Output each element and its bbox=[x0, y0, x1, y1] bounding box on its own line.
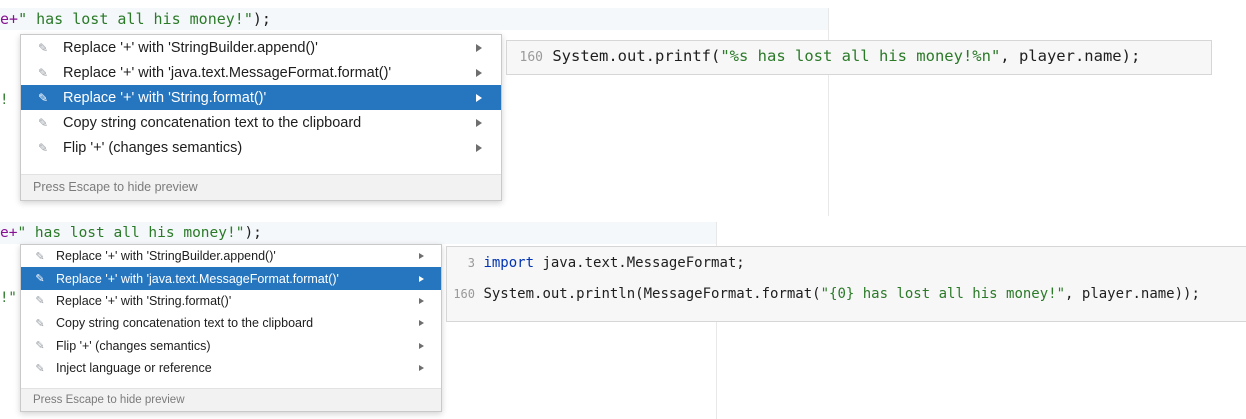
chevron-right-icon[interactable] bbox=[419, 365, 424, 372]
preview-code-suffix: , player.name)); bbox=[1065, 286, 1200, 302]
menu-item-label: Replace '+' with 'StringBuilder.append()… bbox=[63, 39, 318, 56]
chevron-right-icon[interactable] bbox=[419, 320, 424, 327]
menu-item-label: Replace '+' with 'java.text.MessageForma… bbox=[63, 64, 392, 81]
bulb-edit-icon: ✎ bbox=[37, 65, 49, 80]
line-number: 160 bbox=[519, 50, 543, 65]
preview-code-suffix: , player.name); bbox=[1000, 47, 1141, 65]
preview-code-prefix: System.out.println(MessageFormat.format( bbox=[483, 286, 821, 302]
bulb-edit-icon: ✎ bbox=[35, 295, 45, 308]
intention-menu-item[interactable]: ✎ Copy string concatenation text to the c… bbox=[21, 110, 501, 135]
bulb-edit-icon: ✎ bbox=[37, 140, 49, 155]
intention-menu-item[interactable]: ✎ Replace '+' with 'StringBuilder.append(… bbox=[21, 35, 501, 60]
line-number: 160 bbox=[453, 287, 475, 301]
bulb-edit-icon: ✎ bbox=[35, 250, 45, 263]
intention-menu-item[interactable]: ✎ Replace '+' with 'java.text.MessageForm… bbox=[21, 267, 441, 290]
menu-item-label: Replace '+' with 'StringBuilder.append()… bbox=[56, 249, 276, 264]
bulb-edit-icon: ✎ bbox=[37, 115, 49, 130]
intention-menu-item[interactable]: ✎ Inject language or reference bbox=[21, 357, 441, 379]
intention-menu-item[interactable]: ✎ Replace '+' with 'java.text.MessageForm… bbox=[21, 60, 501, 85]
chevron-right-icon[interactable] bbox=[476, 118, 482, 127]
code-string: " has lost all his money!" bbox=[18, 10, 253, 28]
bulb-edit-icon: ✎ bbox=[35, 340, 45, 353]
bulb-edit-icon: ✎ bbox=[35, 273, 45, 286]
preview-code-line: 160 System.out.printf("%s has lost all h… bbox=[515, 47, 1141, 65]
chevron-right-icon[interactable] bbox=[476, 143, 482, 152]
editor-code-line[interactable]: e+" has lost all his money!"); bbox=[0, 8, 828, 30]
menu-item-label: Flip '+' (changes semantics) bbox=[63, 139, 243, 156]
intention-menu-item[interactable]: ✎ Replace '+' with 'String.format()' bbox=[21, 290, 441, 312]
chevron-right-icon[interactable] bbox=[419, 275, 424, 282]
preview-import-line: 3 import java.text.MessageFormat; bbox=[451, 255, 745, 271]
bulb-edit-icon: ✎ bbox=[35, 362, 45, 375]
popup-footer-hint: Press Escape to hide preview bbox=[21, 174, 501, 200]
preview-code-line: 160 System.out.println(MessageFormat.for… bbox=[451, 286, 1200, 302]
intention-preview-panel: 160 System.out.printf("%s has lost all h… bbox=[506, 40, 1212, 75]
bulb-edit-icon: ✎ bbox=[37, 90, 49, 105]
gutter-fragment: ! bbox=[0, 92, 9, 108]
chevron-right-icon[interactable] bbox=[476, 93, 482, 102]
bulb-edit-icon: ✎ bbox=[35, 317, 45, 330]
intention-menu-item[interactable]: ✎ Flip '+' (changes semantics) bbox=[21, 135, 501, 160]
preview-import-rest: java.text.MessageFormat; bbox=[534, 255, 745, 271]
chevron-right-icon[interactable] bbox=[419, 253, 424, 260]
preview-code-string: "%s has lost all his money!%n" bbox=[720, 47, 1001, 65]
menu-item-label: Replace '+' with 'String.format()' bbox=[56, 293, 232, 308]
intention-menu-item[interactable]: ✎ Replace '+' with 'StringBuilder.append(… bbox=[21, 245, 441, 267]
preview-code-prefix: System.out.printf( bbox=[552, 47, 721, 65]
bulb-edit-icon: ✎ bbox=[37, 40, 49, 55]
intention-menu-item[interactable]: ✎ Flip '+' (changes semantics) bbox=[21, 335, 441, 357]
menu-item-label: Copy string concatenation text to the cl… bbox=[56, 316, 314, 331]
gutter-fragment: !" bbox=[0, 290, 17, 306]
menu-item-label: Replace '+' with 'String.format()' bbox=[63, 89, 267, 106]
intention-preview-panel: 3 import java.text.MessageFormat; 160 Sy… bbox=[446, 246, 1246, 322]
chevron-right-icon[interactable] bbox=[419, 342, 424, 349]
intention-actions-popup: ✎ Replace '+' with 'StringBuilder.append(… bbox=[20, 244, 442, 412]
menu-item-label: Flip '+' (changes semantics) bbox=[56, 338, 211, 353]
code-suffix: ); bbox=[244, 225, 262, 241]
menu-item-label: Inject language or reference bbox=[56, 361, 212, 376]
preview-import-keyword: import bbox=[483, 255, 535, 271]
chevron-right-icon[interactable] bbox=[419, 297, 424, 304]
menu-item-label: Copy string concatenation text to the cl… bbox=[63, 114, 362, 131]
line-number: 3 bbox=[467, 256, 475, 270]
popup-footer-hint: Press Escape to hide preview bbox=[21, 388, 441, 411]
intention-menu-item[interactable]: ✎ Replace '+' with 'String.format()' bbox=[21, 85, 501, 110]
preview-code-string: "{0} has lost all his money!" bbox=[820, 286, 1066, 302]
code-string: " has lost all his money!" bbox=[17, 225, 245, 241]
code-prefix: e+ bbox=[0, 225, 18, 241]
chevron-right-icon[interactable] bbox=[476, 68, 482, 77]
code-suffix: ); bbox=[252, 10, 271, 28]
intention-actions-popup: ✎ Replace '+' with 'StringBuilder.append(… bbox=[20, 34, 502, 201]
editor-code-line[interactable]: e+" has lost all his money!"); bbox=[0, 222, 716, 244]
chevron-right-icon[interactable] bbox=[476, 43, 482, 52]
intention-menu-item[interactable]: ✎ Copy string concatenation text to the c… bbox=[21, 312, 441, 334]
menu-item-label: Replace '+' with 'java.text.MessageForma… bbox=[56, 271, 339, 286]
code-prefix: e+ bbox=[0, 10, 19, 28]
